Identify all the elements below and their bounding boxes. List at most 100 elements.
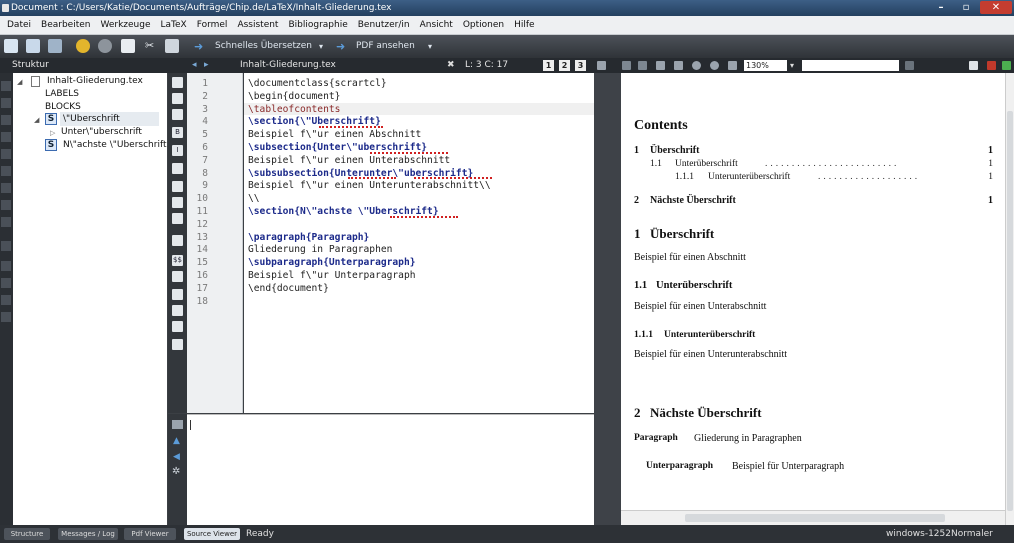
cut-icon[interactable]: ✂ (145, 39, 154, 52)
sync-check-icon[interactable] (1002, 61, 1011, 70)
up-icon[interactable]: ▲ (173, 436, 180, 446)
menu-formel[interactable]: Formel (192, 16, 233, 35)
format-icon-15[interactable] (172, 321, 183, 332)
strip-icon-9[interactable] (1, 217, 11, 227)
pdf-up-icon[interactable] (622, 61, 631, 70)
tab-next-icon[interactable]: ▸ (204, 58, 209, 73)
encoding[interactable]: windows-1252 (886, 525, 951, 543)
tab-source-viewer[interactable]: Source Viewer (184, 528, 240, 540)
paste-icon[interactable] (165, 39, 179, 53)
tree-collapse-icon[interactable]: ◢ (17, 78, 22, 86)
close-button[interactable]: ✕ (980, 1, 1012, 14)
view-pdf-button[interactable]: PDF ansehen (356, 35, 415, 58)
math-icon[interactable]: $$ (172, 255, 183, 266)
menu-benutzer[interactable]: Benutzer/in (353, 16, 415, 35)
align-left-icon[interactable] (172, 181, 183, 192)
code-line[interactable]: Beispiel f\"ur einen Abschnitt (248, 129, 421, 142)
pdf-horizontal-scrollbar[interactable] (621, 510, 1005, 525)
strip-icon-3[interactable] (1, 115, 11, 125)
pdf-search-input[interactable] (802, 60, 899, 71)
newline-icon[interactable] (172, 235, 183, 246)
tree-subsection[interactable]: Unter\"uberschrift (61, 126, 142, 139)
scroll-thumb[interactable] (1007, 111, 1013, 511)
code-line[interactable]: \tableofcontents (248, 104, 340, 117)
view-3-button[interactable]: 3 (575, 60, 586, 71)
menu-bibliographie[interactable]: Bibliographie (283, 16, 352, 35)
tab-messages-log[interactable]: Messages / Log (58, 528, 118, 540)
toc-entry[interactable]: Nächste Überschrift (650, 195, 736, 206)
strip-icon-1[interactable] (1, 81, 11, 91)
tab-close-icon[interactable]: ✖ (447, 58, 455, 73)
terminal-icon[interactable] (172, 420, 183, 429)
strip-icon-8[interactable] (1, 200, 11, 210)
align-right-icon[interactable] (172, 213, 183, 224)
strip-icon-7[interactable] (1, 183, 11, 193)
code-line[interactable]: Gliederung in Paragraphen (248, 244, 392, 257)
strip-icon-12[interactable] (1, 278, 11, 288)
code-line[interactable]: \begin{document} (248, 91, 340, 104)
pdf-down-icon[interactable] (638, 61, 647, 70)
zoom-out-icon[interactable] (710, 61, 719, 70)
tree-section-2[interactable]: N\"achste \"Uberschrift (63, 139, 166, 152)
view-pdf-dropdown-icon[interactable]: ▾ (428, 35, 432, 58)
redo-icon[interactable] (98, 39, 112, 53)
editor-mode[interactable]: Normaler Modus (951, 525, 1014, 543)
code-line[interactable]: \documentclass{scrartcl} (248, 78, 387, 91)
format-icon-14[interactable] (172, 305, 183, 316)
tree-expand-icon[interactable]: ◢ (34, 116, 39, 124)
menu-optionen[interactable]: Optionen (458, 16, 509, 35)
align-center-icon[interactable] (172, 197, 183, 208)
toc-entry[interactable]: Überschrift (650, 145, 699, 156)
format-icon-6[interactable] (172, 163, 183, 174)
pdf-menu-icon[interactable] (597, 61, 606, 70)
view-1-button[interactable]: 1 (543, 60, 554, 71)
code-line[interactable]: Beispiel f\"ur einen Unterunterabschnitt… (248, 180, 491, 193)
copy-icon[interactable] (121, 39, 135, 53)
quick-build-dropdown-icon[interactable]: ▾ (319, 35, 323, 58)
code-line[interactable]: \subparagraph{Unterparagraph} (248, 257, 416, 270)
pdf-page-icon[interactable] (656, 61, 665, 70)
strip-icon-13[interactable] (1, 295, 11, 305)
code-line[interactable]: \paragraph{Paragraph} (248, 232, 369, 245)
code-line[interactable]: Beispiel f\"ur einen Unterabschnitt (248, 155, 450, 168)
undo-icon[interactable] (76, 39, 90, 53)
zoom-dropdown-icon[interactable]: ▾ (790, 58, 794, 73)
left-icon[interactable]: ◀ (173, 452, 180, 462)
italic-icon[interactable]: I (172, 145, 183, 156)
tree-child-arrow-icon[interactable]: ▷ (50, 129, 55, 137)
tab-structure[interactable]: Structure (4, 528, 50, 540)
format-icon-16[interactable] (172, 339, 183, 350)
code-line[interactable]: Beispiel f\"ur Unterparagraph (248, 270, 416, 283)
open-file-icon[interactable] (26, 39, 40, 53)
close-pdf-icon[interactable] (987, 61, 996, 70)
editor-tab[interactable]: Inhalt-Gliederung.tex (240, 58, 336, 73)
bold-icon[interactable]: B (172, 127, 183, 138)
menu-assistent[interactable]: Assistent (232, 16, 283, 35)
code-line[interactable]: \end{document} (248, 283, 329, 296)
menu-datei[interactable]: Datei (2, 16, 36, 35)
save-icon[interactable] (48, 39, 62, 53)
zoom-select[interactable]: 130% (744, 60, 787, 71)
format-icon-12[interactable] (172, 271, 183, 282)
print-icon[interactable] (969, 61, 978, 70)
strip-icon-6[interactable] (1, 166, 11, 176)
tree-labels[interactable]: LABELS (45, 88, 79, 101)
strip-icon-2[interactable] (1, 98, 11, 108)
strip-icon-5[interactable] (1, 149, 11, 159)
scroll-thumb[interactable] (685, 514, 945, 522)
new-file-icon[interactable] (4, 39, 18, 53)
menu-werkzeuge[interactable]: Werkzeuge (95, 16, 155, 35)
code-editor[interactable]: \documentclass{scrartcl} \begin{document… (244, 73, 594, 413)
view-2-button[interactable]: 2 (559, 60, 570, 71)
settings-icon[interactable]: ✲ (172, 466, 180, 477)
view-pdf-icon[interactable]: ➜ (336, 40, 345, 53)
strip-icon-11[interactable] (1, 261, 11, 271)
format-icon-13[interactable] (172, 289, 183, 300)
quick-build-icon[interactable]: ➜ (194, 40, 203, 53)
menu-bearbeiten[interactable]: Bearbeiten (36, 16, 95, 35)
toc-entry[interactable]: Unterüberschrift (675, 159, 738, 169)
format-icon-2[interactable] (172, 93, 183, 104)
minimize-button[interactable]: – (930, 1, 952, 14)
message-panel[interactable] (187, 414, 594, 525)
tab-prev-icon[interactable]: ◂ (192, 58, 197, 73)
